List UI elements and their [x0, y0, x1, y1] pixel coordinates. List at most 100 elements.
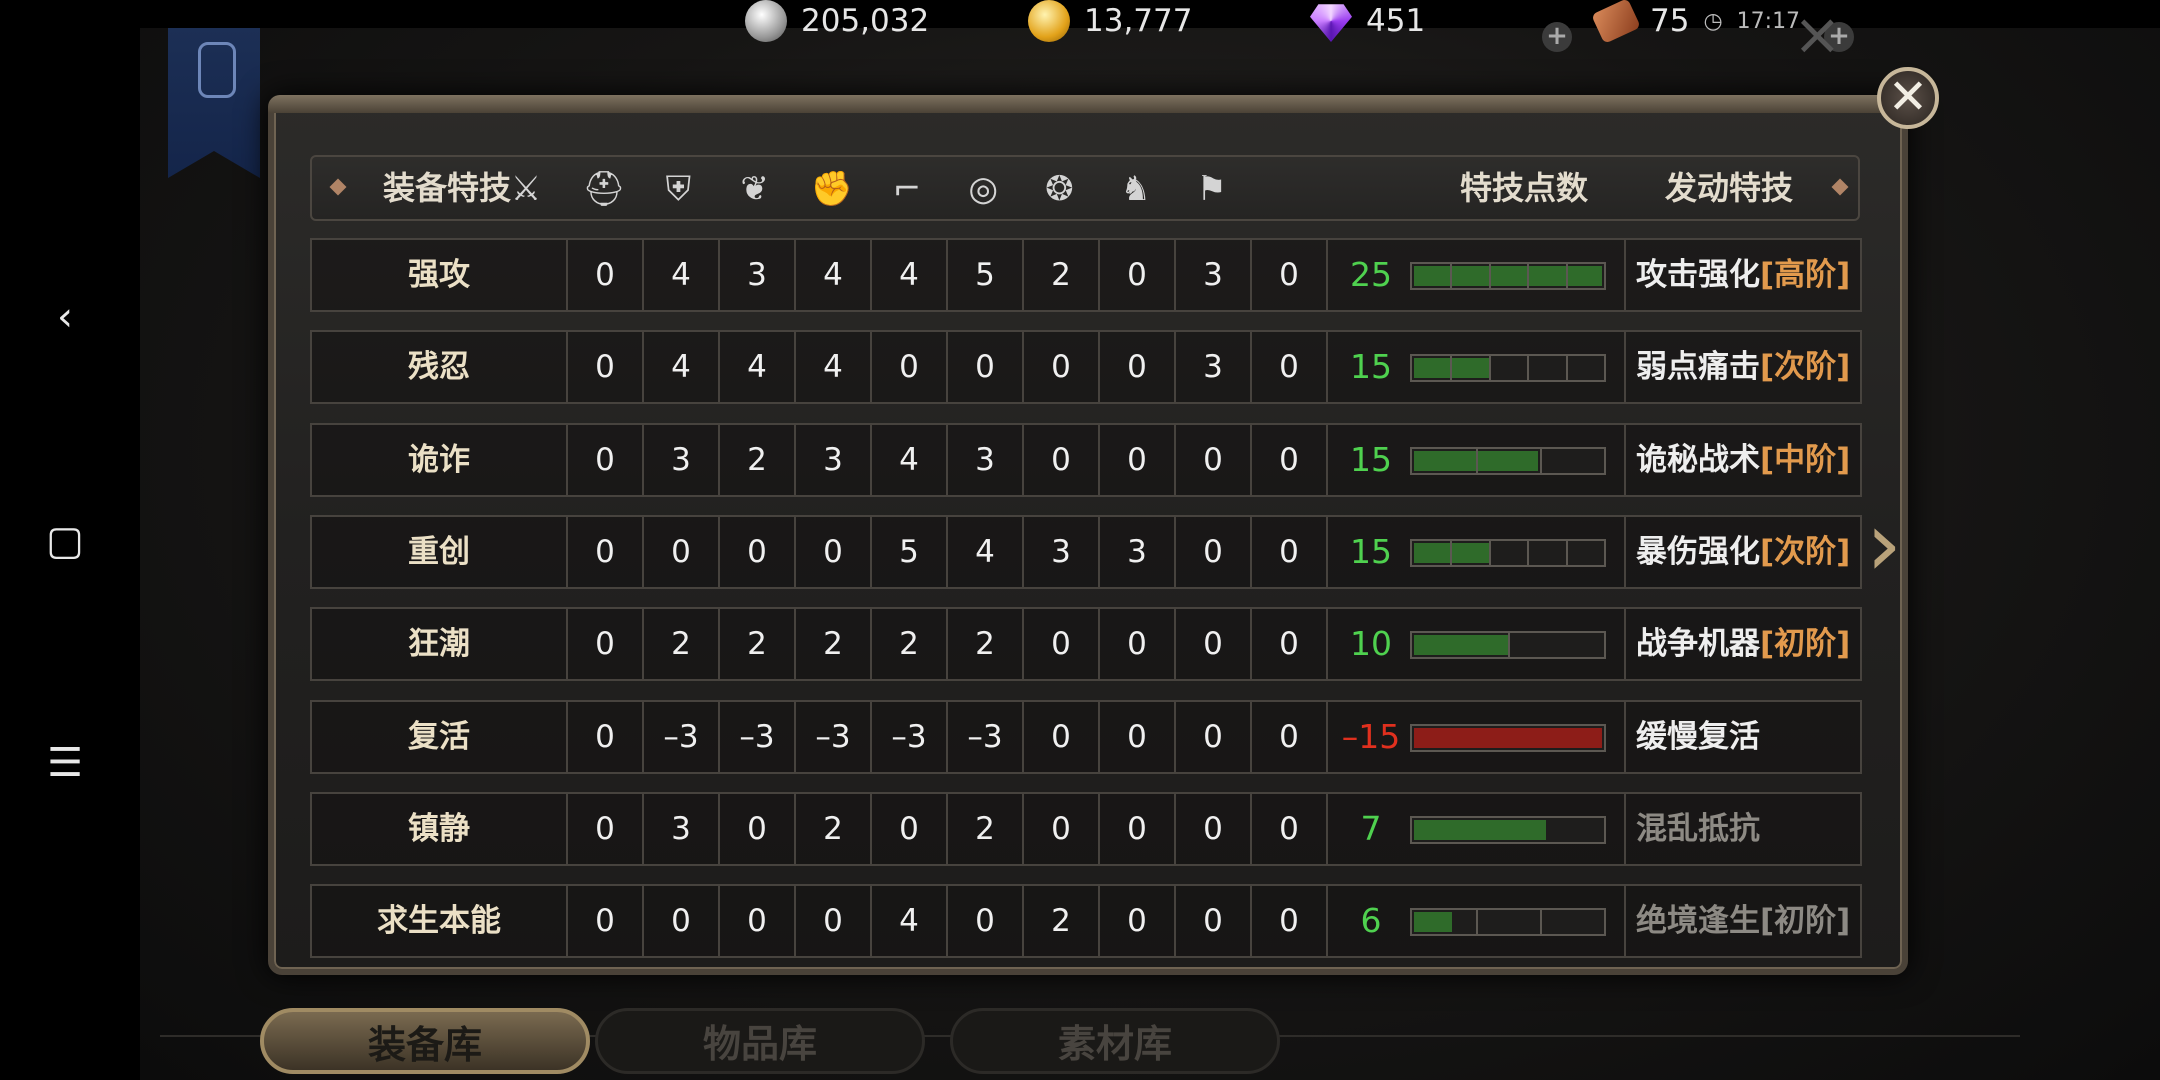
skill-progress-bar: [1410, 262, 1606, 290]
table-row[interactable]: 诡诈 0 3 2 3 4 3 0 0 0 0 15 诡秘战术[中阶]: [310, 422, 1862, 497]
skill-progress-bar: [1410, 908, 1606, 937]
active-skill: 攻击强化[高阶]: [1626, 240, 1862, 310]
skill-tier: [次阶]: [1760, 349, 1851, 386]
table-row[interactable]: 残忍 0 4 4 4 0 0 0 0 3 0 15 弱点痛击[次阶]: [310, 330, 1862, 405]
progress-divider: [1489, 264, 1491, 288]
close-button[interactable]: ✕: [1877, 67, 1939, 129]
helmet-icon: ⛑: [582, 169, 626, 209]
table-row[interactable]: 镇静 0 3 0 2 0 2 0 0 0 0 7 混乱抵抗: [310, 791, 1862, 866]
ring-icon: ◎: [968, 169, 999, 209]
slot-value: –3: [796, 701, 872, 772]
tab-equipment[interactable]: 装备库: [260, 1008, 590, 1074]
active-skill-name: 绝境逢生: [1636, 903, 1760, 940]
slot-value: 0: [1252, 240, 1328, 310]
slot-value: 2: [796, 609, 872, 680]
skill-name: 诡诈: [312, 424, 568, 495]
active-skill-name: 弱点痛击: [1636, 349, 1760, 386]
skill-progress-bar: [1410, 723, 1606, 752]
horse-icon: ♞: [1120, 169, 1151, 209]
background-close-icon: ×: [1793, 0, 1842, 68]
gold-amount: 13,777: [1084, 3, 1193, 39]
skill-progress-bar: [1410, 354, 1606, 383]
slot-value: 3: [644, 793, 720, 864]
slot-value: 0: [1176, 609, 1252, 680]
active-skill-name: 混乱抵抗: [1636, 810, 1760, 847]
table-row[interactable]: 复活 0 –3 –3 –3 –3 –3 0 0 0 0 –15 缓慢复活: [310, 699, 1862, 774]
gem-icon: [1310, 4, 1352, 42]
slot-value: 2: [1024, 886, 1100, 957]
slot-value: 0: [1252, 516, 1328, 587]
table-row[interactable]: 求生本能 0 0 0 0 4 0 2 0 0 0 6 绝境逢生[初阶]: [310, 884, 1862, 959]
slot-value: 3: [948, 424, 1024, 495]
slot-value: 2: [948, 793, 1024, 864]
tab-items[interactable]: 物品库: [595, 1008, 925, 1074]
skill-progress-bar: [1410, 631, 1606, 660]
ticket-amount: 75: [1650, 3, 1690, 39]
slot-value: 4: [796, 332, 872, 403]
slot-value: 0: [1252, 793, 1328, 864]
menu-icon[interactable]: ☰: [40, 738, 90, 788]
gold-counter: 13,777: [1028, 0, 1192, 42]
slot-value: 3: [1100, 516, 1176, 587]
active-skill-name: 暴伤强化: [1636, 533, 1760, 570]
slot-value: 2: [872, 609, 948, 680]
progress-divider: [1450, 264, 1452, 288]
tab-materials[interactable]: 素材库: [950, 1008, 1280, 1074]
slot-value: –3: [948, 701, 1024, 772]
skill-points: 10: [1350, 624, 1392, 664]
slot-value: 0: [796, 516, 872, 587]
slot-value: 5: [948, 240, 1024, 310]
slot-value: 0: [1252, 424, 1328, 495]
slot-value: 0: [1024, 609, 1100, 680]
skill-points: 15: [1350, 347, 1392, 387]
slot-value: 0: [568, 240, 644, 310]
slot-value: 4: [644, 240, 720, 310]
progress-fill: [1414, 727, 1602, 748]
slot-value: 0: [872, 332, 948, 403]
skill-name: 镇静: [312, 793, 568, 864]
header-ornament-left-icon: [329, 178, 347, 196]
next-page-arrow-icon[interactable]: ›: [1866, 500, 1902, 590]
slot-value: 2: [720, 424, 796, 495]
slot-value: 2: [720, 609, 796, 680]
skill-name: 重创: [312, 516, 568, 587]
slot-value: 0: [568, 793, 644, 864]
table-header: 装备特技 ⚔ ⛑ ⛨ ❦ ✊ ⌐ ◎ ❂ ♞ ⚑ 特技点数 发动特技: [310, 155, 1860, 221]
active-skill: 绝境逢生[初阶]: [1626, 886, 1862, 956]
skill-points: –15: [1341, 716, 1401, 756]
slot-value: 0: [568, 332, 644, 403]
skill-points: 25: [1350, 255, 1392, 294]
home-icon[interactable]: ▢: [40, 516, 90, 566]
progress-fill: [1414, 819, 1546, 840]
active-skill: 诡秘战术[中阶]: [1626, 425, 1862, 495]
table-row[interactable]: 强攻 0 4 3 4 4 5 2 0 3 0 25 攻击强化[高阶]: [310, 238, 1862, 312]
progress-divider: [1450, 540, 1452, 565]
slot-value: 0: [1176, 424, 1252, 495]
slot-value: –3: [720, 701, 796, 772]
slot-value: 0: [1100, 886, 1176, 957]
slot-value: 0: [1100, 701, 1176, 772]
slot-value: 0: [948, 886, 1024, 957]
gold-coin-icon: [1028, 0, 1070, 42]
slot-value: 0: [1100, 240, 1176, 310]
progress-divider: [1566, 540, 1568, 565]
skill-tier: [次阶]: [1760, 533, 1851, 570]
table-row[interactable]: 重创 0 0 0 0 5 4 3 3 0 0 15 暴伤强化[次阶]: [310, 514, 1862, 589]
slot-value: 4: [644, 332, 720, 403]
skill-name: 复活: [312, 701, 568, 772]
amulet-icon: ❂: [1045, 169, 1074, 209]
add-gems-button[interactable]: +: [1542, 22, 1572, 52]
back-icon[interactable]: ‹: [40, 292, 90, 342]
slot-value: 0: [720, 793, 796, 864]
slot-value: 4: [872, 424, 948, 495]
gem-amount: 451: [1366, 3, 1426, 39]
slot-value: 0: [1024, 424, 1100, 495]
slot-value: 0: [948, 332, 1024, 403]
slot-value: –3: [644, 701, 720, 772]
skill-tier: [初阶]: [1760, 903, 1851, 940]
table-row[interactable]: 狂潮 0 2 2 2 2 2 0 0 0 0 10 战争机器[初阶]: [310, 607, 1862, 682]
skill-progress-bar: [1410, 446, 1606, 475]
slot-value: 0: [1176, 701, 1252, 772]
header-active-skill: 发动特技: [1664, 169, 1793, 207]
slot-value: 3: [644, 424, 720, 495]
